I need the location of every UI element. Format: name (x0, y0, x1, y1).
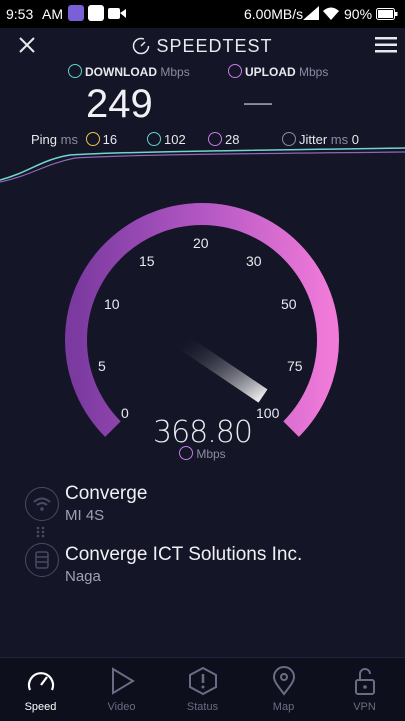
server-name[interactable]: Converge ICT Solutions Inc. (65, 544, 302, 566)
server-icon (35, 551, 49, 569)
status-bar: 9:53 AM 6.00MB/s 90% (0, 0, 405, 28)
speed-readout: 368.80 (153, 415, 253, 450)
tick-label: 10 (104, 296, 120, 312)
isp-name: Converge (65, 483, 148, 504)
upload-arrow-icon (179, 446, 194, 460)
nav-vpn[interactable]: VPN (324, 658, 405, 721)
nav-speed[interactable]: Speed (0, 658, 81, 721)
battery-percent: 90% (344, 6, 373, 22)
network-speed: 6.00MB/s (244, 6, 304, 22)
tick-label: 15 (139, 253, 155, 269)
upload-label: UPLOAD Mbps (228, 64, 328, 79)
gauge-needle (172, 331, 268, 403)
tick-label: 5 (98, 358, 106, 374)
status-time: 9:53 (6, 6, 34, 22)
app-header: SPEEDTEST (0, 28, 405, 62)
nav-label: Speed (24, 701, 57, 713)
download-arrow-icon (68, 64, 82, 78)
speedometer-icon (27, 672, 55, 691)
nav-label: Status (186, 701, 219, 713)
tick-label: 20 (193, 235, 209, 251)
menu-icon[interactable] (375, 37, 397, 53)
upload-arrow-icon (228, 64, 242, 78)
download-label: DOWNLOAD Mbps (68, 64, 190, 79)
battery-icon (376, 8, 398, 20)
server-location: Naga (65, 568, 101, 585)
alert-icon (189, 666, 217, 696)
mail-notification-icon (88, 5, 104, 21)
speedtest-logo-icon (133, 37, 150, 55)
tick-label: 30 (246, 253, 262, 269)
download-value: 249 (86, 82, 153, 126)
bottom-nav: Speed Video Status Map VPN (0, 657, 405, 721)
server-circle-icon[interactable] (25, 543, 59, 577)
wifi-icon (323, 7, 339, 20)
wifi-circle-icon (25, 487, 59, 521)
connection-dots-icon (36, 526, 45, 538)
tick-label: 50 (281, 296, 297, 312)
app-title: SPEEDTEST (0, 36, 405, 57)
play-icon (112, 667, 135, 695)
map-pin-icon (272, 666, 296, 696)
video-camera-icon (108, 8, 126, 19)
app-notification-icon (68, 5, 84, 21)
nav-label: VPN (353, 701, 376, 713)
unlock-icon (355, 668, 375, 695)
status-ampm: AM (42, 6, 63, 22)
speed-graph (0, 147, 405, 183)
nav-label: Video (107, 701, 136, 713)
signal-icon (303, 6, 319, 20)
nav-video[interactable]: Video (81, 658, 162, 721)
nav-label: Map (272, 701, 295, 713)
nav-status[interactable]: Status (162, 658, 243, 721)
speed-readout-unit: Mbps (0, 446, 405, 461)
isp-device: MI 4S (65, 507, 105, 524)
nav-map[interactable]: Map (243, 658, 324, 721)
app-title-text: SPEEDTEST (156, 36, 273, 56)
tick-label: 75 (287, 358, 303, 374)
upload-value: — (244, 86, 272, 117)
wifi-icon (33, 497, 51, 511)
